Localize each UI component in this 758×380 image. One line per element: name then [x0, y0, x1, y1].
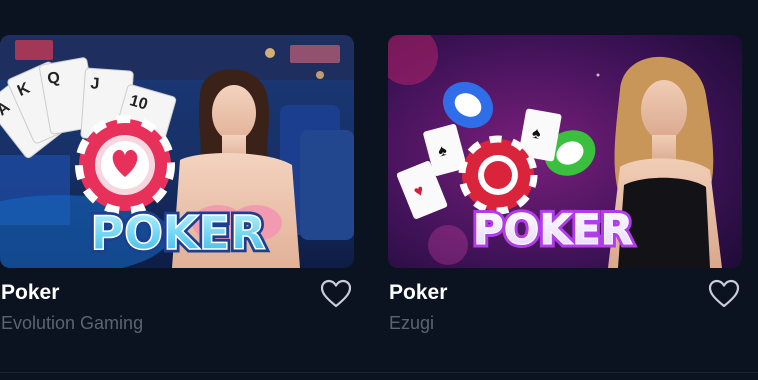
game-grid: A K Q J 10 POKER POKER Poker Evolution G…	[0, 0, 758, 380]
favorite-button[interactable]	[708, 279, 740, 309]
game-thumbnail[interactable]: A K Q J 10 POKER POKER	[0, 35, 354, 268]
game-provider: Ezugi	[389, 313, 435, 333]
game-provider: Evolution Gaming	[1, 313, 144, 333]
heart-outline-icon	[708, 279, 740, 308]
game-card[interactable]: ♠ ♥ ♠ POKER POKER Poker Ezugi	[388, 35, 742, 348]
game-title[interactable]: Poker	[1, 281, 59, 305]
game-card[interactable]: A K Q J 10 POKER POKER Poker Evolution G…	[0, 35, 354, 348]
poker-logo-text: POKER	[473, 205, 633, 254]
card-rank: J	[90, 75, 100, 93]
favorite-button[interactable]	[320, 279, 352, 309]
poker-artwork: A K Q J 10 POKER POKER	[0, 35, 354, 268]
game-meta: Poker Evolution Gaming	[0, 268, 354, 348]
heart-outline-icon	[320, 279, 352, 308]
game-meta: Poker Ezugi	[388, 268, 742, 348]
game-thumbnail[interactable]: ♠ ♥ ♠ POKER POKER	[388, 35, 742, 268]
section-divider	[0, 372, 758, 373]
poker-artwork: ♠ ♥ ♠ POKER POKER	[388, 35, 742, 268]
poker-logo-text: POKER	[90, 206, 265, 260]
game-title[interactable]: Poker	[389, 281, 447, 305]
